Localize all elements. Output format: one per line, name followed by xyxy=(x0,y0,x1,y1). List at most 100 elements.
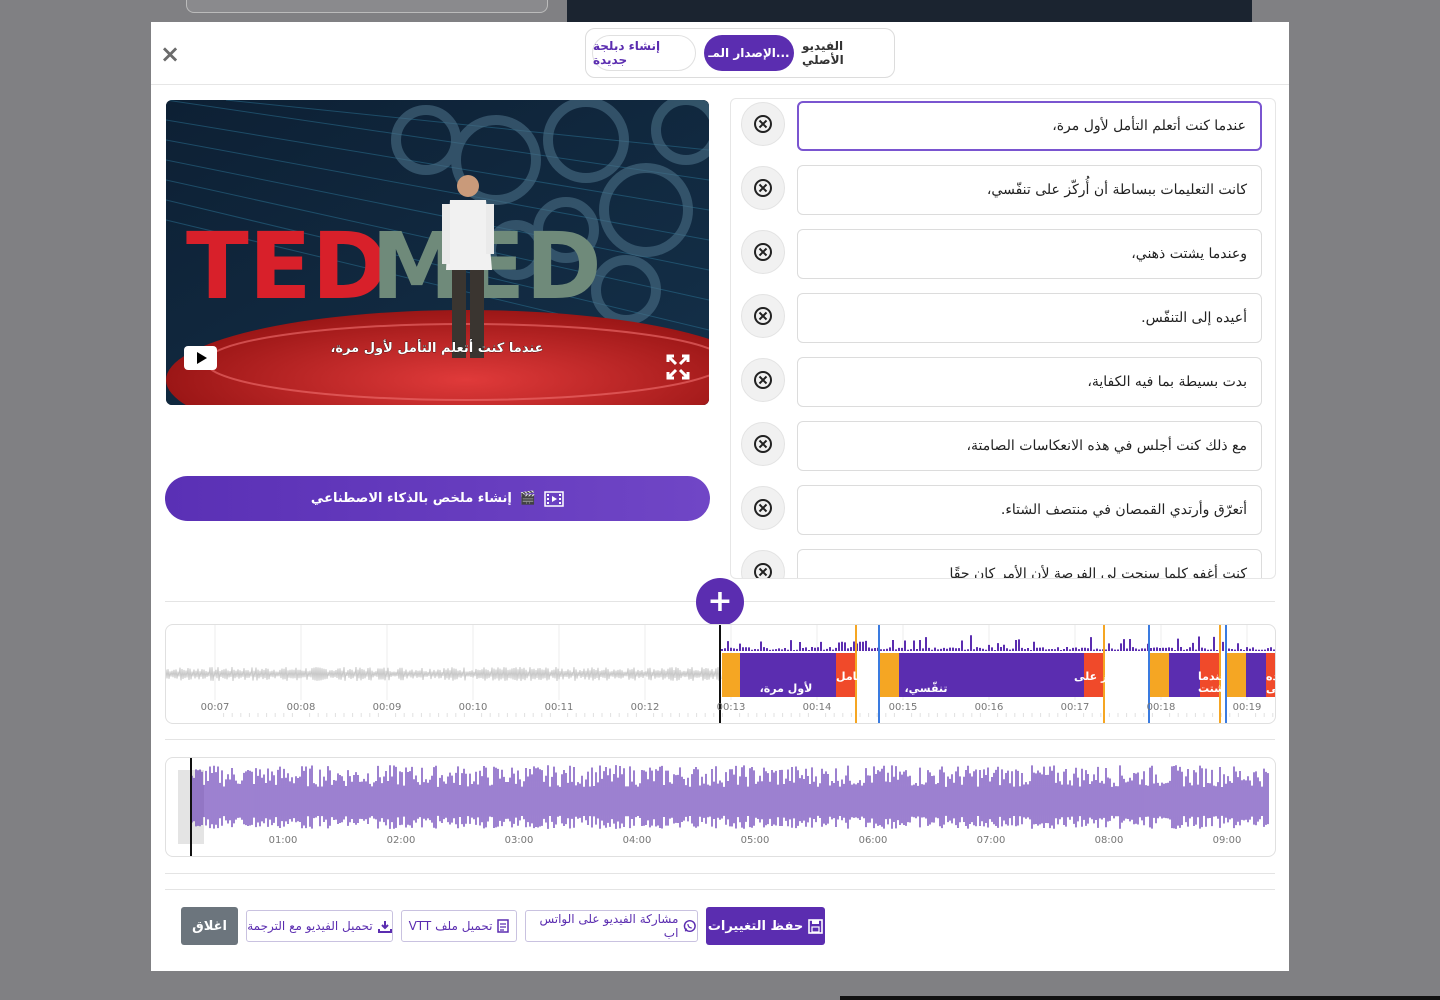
divider xyxy=(165,889,1275,890)
video-caption: عندما كنت أتعلم التأمل لأول مرة، xyxy=(330,339,543,356)
timeline-waveform-inactive xyxy=(166,666,722,681)
timeline-tick-label: 00:12 xyxy=(631,702,660,713)
add-subtitle-button[interactable]: + xyxy=(696,578,744,626)
circle-x-icon xyxy=(754,243,772,261)
subtitle-row: بدت بسيطة بما فيه الكفاية، xyxy=(731,357,1275,421)
close-icon[interactable]: × xyxy=(160,42,180,66)
subtitle-text-input[interactable]: أتعرّق وأرتدي القمصان في منتصف الشتاء. xyxy=(797,485,1262,535)
subtitle-list[interactable]: عندما كنت أتعلم التأمل لأول مرة، كانت ال… xyxy=(730,98,1276,579)
subtitle-timeline[interactable]: ما كنت اتعلم التامل لأول مرة، كانت التعل… xyxy=(165,624,1276,724)
timeline-tick-label: 00:16 xyxy=(975,702,1004,713)
overview-tick-label: 03:00 xyxy=(505,835,534,846)
timeline-tick-label: 00:08 xyxy=(287,702,316,713)
share-whatsapp-label: مشاركة الفيديو على الواتس اب xyxy=(539,912,679,940)
overview-tick-label: 05:00 xyxy=(741,835,770,846)
delete-subtitle-button[interactable] xyxy=(741,550,785,578)
circle-x-icon xyxy=(754,563,772,578)
circle-x-icon xyxy=(754,179,772,197)
subtitle-text-input[interactable]: بدت بسيطة بما فيه الكفاية، xyxy=(797,357,1262,407)
subtitle-row: عندما كنت أتعلم التأمل لأول مرة، xyxy=(731,101,1275,165)
close-button[interactable]: اغلاق xyxy=(181,907,238,945)
timeline-tick-label: 00:19 xyxy=(1233,702,1262,713)
file-icon xyxy=(497,919,510,933)
overview-waveform[interactable]: 01:00 02:00 03:00 04:00 05:00 06:00 07:00 08:00… xyxy=(165,757,1276,857)
delete-subtitle-button[interactable] xyxy=(741,166,785,210)
video-player[interactable]: TED MED عندما كنت أتعلم التأمل لأول مرة، xyxy=(166,100,709,405)
timeline-tick-label: 00:17 xyxy=(1061,702,1090,713)
background-input xyxy=(186,0,548,13)
subtitle-text-input[interactable]: مع ذلك كنت أجلس في هذه الانعكاسات الصامت… xyxy=(797,421,1262,471)
subtitle-row: كانت التعليمات ببساطة أن أُركّز على تنفّ… xyxy=(731,165,1275,229)
divider xyxy=(165,739,1275,740)
timeline-tick-label: 00:09 xyxy=(373,702,402,713)
video-frame: TED MED عندما كنت أتعلم التأمل لأول مرة، xyxy=(166,100,709,405)
header-divider xyxy=(151,84,1289,85)
circle-x-icon xyxy=(754,115,772,133)
background-bar xyxy=(840,996,1440,1000)
overview-tick-label: 01:00 xyxy=(269,835,298,846)
subtitle-row: وعندما يشتت ذهني، xyxy=(731,229,1275,293)
overview-tick-label: 06:00 xyxy=(859,835,888,846)
timeline-canvas: ما كنت اتعلم التامل لأول مرة، كانت التعل… xyxy=(166,625,1275,723)
delete-subtitle-button[interactable] xyxy=(741,230,785,274)
share-whatsapp-button[interactable]: مشاركة الفيديو على الواتس اب xyxy=(525,910,698,942)
subtitle-row: كنت أغفو كلما سنحت لي الفرصة لأن الأمر ك… xyxy=(731,549,1275,578)
version-tabs: إنشاء دبلجة جديدة الإصدار المـ... الفيدي… xyxy=(585,28,895,78)
subtitle-text-input[interactable]: عندما كنت أتعلم التأمل لأول مرة، xyxy=(797,101,1262,151)
ai-summary-label: إنشاء ملخص بالذكاء الاصطناعي xyxy=(310,491,512,506)
timeline-segment-label: لأول مرة، xyxy=(760,681,813,695)
subtitle-row: أتعرّق وأرتدي القمصان في منتصف الشتاء. xyxy=(731,485,1275,549)
timeline-segment-label: إلى xyxy=(1266,682,1275,695)
background-video xyxy=(567,0,1252,22)
timeline-tick-label: 00:13 xyxy=(717,702,746,713)
tab-new-dubbing[interactable]: إنشاء دبلجة جديدة xyxy=(592,35,696,71)
ted-logo-text: TED xyxy=(186,213,388,320)
delete-subtitle-button[interactable] xyxy=(741,358,785,402)
download-vtt-label: تحميل ملف VTT xyxy=(408,919,493,933)
film-icon xyxy=(544,490,564,507)
timeline-tick-label: 00:10 xyxy=(459,702,488,713)
circle-x-icon xyxy=(754,435,772,453)
delete-subtitle-button[interactable] xyxy=(741,486,785,530)
subtitle-text-input[interactable]: كانت التعليمات ببساطة أن أُركّز على تنفّ… xyxy=(797,165,1262,215)
delete-subtitle-button[interactable] xyxy=(741,102,785,146)
divider xyxy=(165,873,1275,874)
overview-canvas: 01:00 02:00 03:00 04:00 05:00 06:00 07:00 08:00… xyxy=(178,758,1269,856)
subtitle-text-input[interactable]: وعندما يشتت ذهني، xyxy=(797,229,1262,279)
timeline-tick-label: 00:15 xyxy=(889,702,918,713)
download-video-button[interactable]: تحميل الفيديو مع الترجمة xyxy=(246,910,393,942)
subtitle-row: مع ذلك كنت أجلس في هذه الانعكاسات الصامت… xyxy=(731,421,1275,485)
overview-tick-label: 04:00 xyxy=(623,835,652,846)
save-icon xyxy=(808,918,823,934)
whatsapp-icon xyxy=(684,919,697,933)
overview-tick-label: 08:00 xyxy=(1095,835,1124,846)
circle-x-icon xyxy=(754,371,772,389)
ai-summary-button[interactable]: 🎬 إنشاء ملخص بالذكاء الاصطناعي xyxy=(165,476,710,521)
circle-x-icon xyxy=(754,307,772,325)
save-label: حفظ التغييرات xyxy=(707,918,804,934)
subtitle-editor-modal: × إنشاء دبلجة جديدة الإصدار المـ... الفي… xyxy=(151,22,1289,971)
subtitle-text-input[interactable]: كنت أغفو كلما سنحت لي الفرصة لأن الأمر ك… xyxy=(797,549,1262,578)
timeline-tick-label: 00:07 xyxy=(201,702,230,713)
overview-waveform-bars xyxy=(191,765,1269,829)
overview-tick-label: 09:00 xyxy=(1213,835,1242,846)
timeline-tick-label: 00:11 xyxy=(545,702,574,713)
clapper-icon: 🎬 xyxy=(519,491,537,506)
overview-tick-label: 02:00 xyxy=(387,835,416,846)
download-video-label: تحميل الفيديو مع الترجمة xyxy=(247,919,373,933)
download-icon xyxy=(377,920,392,933)
plus-icon: + xyxy=(707,584,733,619)
tab-edited-version[interactable]: الإصدار المـ... xyxy=(704,35,794,71)
timeline-segment-label: تنفّسي، xyxy=(904,681,947,695)
overview-tick-label: 07:00 xyxy=(977,835,1006,846)
delete-subtitle-button[interactable] xyxy=(741,422,785,466)
download-vtt-button[interactable]: تحميل ملف VTT xyxy=(401,910,517,942)
timeline-segment-label: يشتت xyxy=(1198,682,1229,695)
subtitle-row: أعيده إلى التنفّس. xyxy=(731,293,1275,357)
subtitle-text-input[interactable]: أعيده إلى التنفّس. xyxy=(797,293,1262,343)
delete-subtitle-button[interactable] xyxy=(741,294,785,338)
tab-original-video[interactable]: الفيديو الأصلي xyxy=(802,35,888,71)
circle-x-icon xyxy=(754,499,772,517)
timeline-tick-label: 00:18 xyxy=(1147,702,1176,713)
save-button[interactable]: حفظ التغييرات xyxy=(706,907,825,945)
